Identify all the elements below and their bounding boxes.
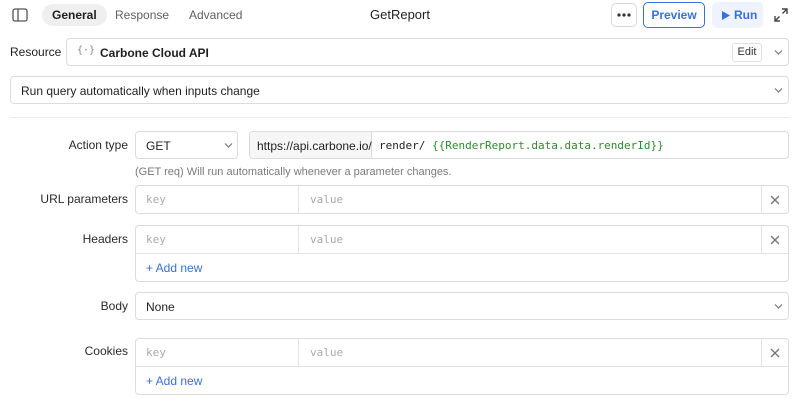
play-icon xyxy=(722,11,730,20)
expand-button[interactable] xyxy=(774,8,788,22)
url-parameter-row: key value xyxy=(136,186,788,214)
headers-label: Headers xyxy=(82,232,128,246)
api-resource-icon: {·} xyxy=(77,45,96,56)
resource-select[interactable]: {·} Carbone Cloud API Edit xyxy=(66,38,789,66)
header-row: key value xyxy=(136,226,788,254)
url-parameters-editor: key value xyxy=(135,185,789,214)
chevron-down-icon xyxy=(774,50,783,55)
preview-label: Preview xyxy=(651,8,697,22)
cookie-value-input[interactable]: value xyxy=(300,339,761,367)
header-value-input[interactable]: value xyxy=(300,226,761,254)
base-url: https://api.carbone.io/ xyxy=(250,132,372,158)
body-type-value: None xyxy=(146,300,175,314)
url-field[interactable]: https://api.carbone.io/ render/ {{Render… xyxy=(249,131,789,159)
url-param-key-input[interactable]: key xyxy=(136,186,299,214)
body-type-select[interactable]: None xyxy=(135,292,789,320)
cookie-key-input[interactable]: key xyxy=(136,339,299,367)
close-icon xyxy=(770,195,780,205)
close-icon xyxy=(770,235,780,245)
cookies-label: Cookies xyxy=(84,344,128,358)
resource-label: Resource xyxy=(10,45,62,59)
cookie-row: key value xyxy=(136,339,788,367)
url-parameters-label: URL parameters xyxy=(40,192,128,206)
more-dots-icon xyxy=(617,13,631,17)
sidebar-panel-icon xyxy=(12,8,28,22)
remove-cookie-button[interactable] xyxy=(761,339,788,367)
chevron-down-icon xyxy=(774,304,783,309)
remove-url-param-button[interactable] xyxy=(761,186,788,214)
add-cookie-button[interactable]: + Add new xyxy=(146,374,202,388)
preview-button[interactable]: Preview xyxy=(643,2,705,28)
url-path-template: {{RenderReport.data.data.renderId}} xyxy=(432,139,664,152)
header-key-input[interactable]: key xyxy=(136,226,299,254)
add-header-button[interactable]: + Add new xyxy=(146,261,202,275)
url-path-prefix: render/ xyxy=(379,139,426,152)
expand-arrows-icon xyxy=(774,8,788,22)
more-options-button[interactable] xyxy=(611,3,637,27)
url-param-value-input[interactable]: value xyxy=(300,186,761,214)
run-button[interactable]: Run xyxy=(712,2,763,28)
toggle-sidebar-button[interactable] xyxy=(12,8,28,22)
close-icon xyxy=(770,348,780,358)
chevron-down-icon xyxy=(224,143,233,148)
tab-general[interactable]: General xyxy=(42,4,107,26)
run-mode-select[interactable]: Run query automatically when inputs chan… xyxy=(10,76,789,104)
tab-advanced[interactable]: Advanced xyxy=(179,4,252,26)
query-name[interactable]: GetReport xyxy=(330,7,470,22)
headers-editor: key value + Add new xyxy=(135,225,789,282)
cookies-editor: key value + Add new xyxy=(135,338,789,395)
method-value: GET xyxy=(146,139,171,153)
remove-header-button[interactable] xyxy=(761,226,788,254)
action-type-label: Action type xyxy=(68,138,128,152)
method-select[interactable]: GET xyxy=(135,131,238,159)
resource-value: Carbone Cloud API xyxy=(100,46,209,60)
edit-label: Edit xyxy=(737,46,757,58)
body-label: Body xyxy=(100,299,128,313)
section-divider xyxy=(10,117,790,118)
chevron-down-icon xyxy=(774,88,783,93)
run-mode-value: Run query automatically when inputs chan… xyxy=(21,84,260,98)
action-hint: (GET req) Will run automatically wheneve… xyxy=(135,166,452,178)
tab-response[interactable]: Response xyxy=(105,4,179,26)
edit-resource-button[interactable]: Edit xyxy=(732,43,762,62)
run-label: Run xyxy=(734,8,758,22)
base-url-text: https://api.carbone.io/ xyxy=(257,139,372,153)
